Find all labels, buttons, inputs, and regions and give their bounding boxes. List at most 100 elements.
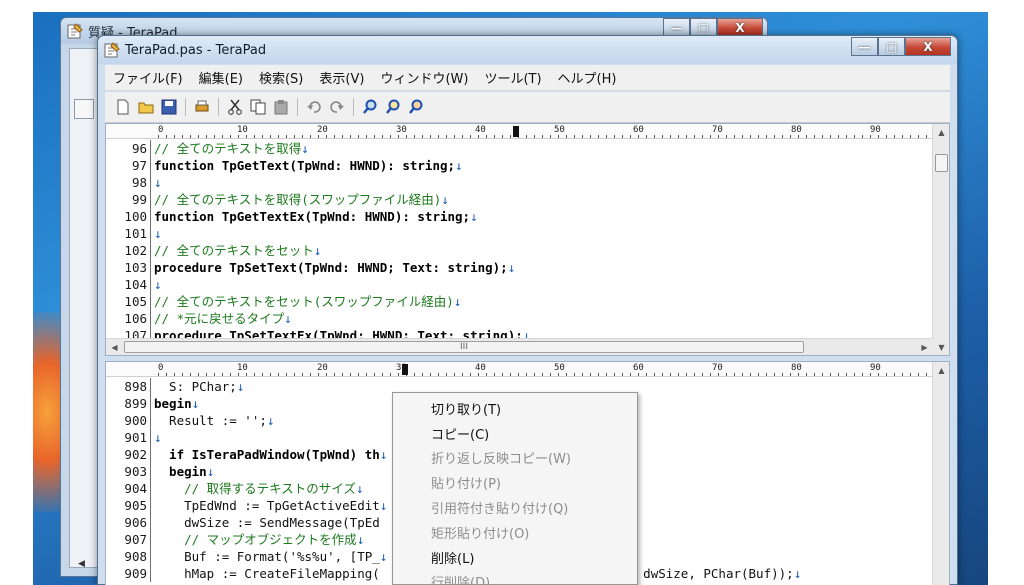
- print-icon[interactable]: [192, 97, 212, 117]
- ruler-label: 50: [554, 363, 565, 373]
- code-text: // *元に戻せるタイプ: [154, 311, 285, 326]
- code-text: // 全てのテキストをセット(スワップファイル経由): [154, 294, 454, 309]
- context-menu-item[interactable]: 切り取り(T): [393, 396, 637, 421]
- maximize-button[interactable]: □: [878, 37, 905, 56]
- code-text: if IsTeraPadWindow(TpWnd) th: [154, 447, 380, 462]
- context-menu-item: 行削除(D): [431, 576, 491, 585]
- background-window-edge: ◀: [69, 48, 99, 569]
- cut-icon[interactable]: [225, 97, 245, 117]
- gutter-divider: [150, 157, 151, 174]
- find-icon[interactable]: [360, 97, 380, 117]
- line-number: 104: [124, 277, 147, 292]
- code-text: function TpGetText(TpWnd: HWND): string;: [154, 158, 456, 173]
- code-line[interactable]: 99 // 全てのテキストを取得(スワップファイル経由) ↓: [106, 191, 933, 208]
- menu-edit[interactable]: 編集(E): [191, 68, 251, 87]
- menu-help[interactable]: ヘルプ(H): [550, 68, 625, 87]
- window-caption-buttons: — □ X: [851, 37, 951, 56]
- scroll-down-arrow-icon[interactable]: ▼: [933, 339, 949, 355]
- line-number: 909: [124, 566, 147, 581]
- paste-icon[interactable]: [271, 97, 291, 117]
- horizontal-scrollbar[interactable]: ◀ III ▶: [106, 338, 933, 355]
- ruler-cursor-marker: [513, 126, 519, 137]
- toolbar-separator: [218, 98, 219, 116]
- toolbar-separator: [185, 98, 186, 116]
- ruler-label: 10: [237, 363, 248, 373]
- menu-file[interactable]: ファイル(F): [105, 68, 191, 87]
- scroll-thumb[interactable]: [935, 154, 948, 172]
- scroll-up-arrow-icon[interactable]: ▲: [933, 362, 949, 378]
- window-titlebar[interactable]: TeraPad.pas - TeraPad: [98, 36, 957, 64]
- code-line[interactable]: 101 ↓: [106, 225, 933, 242]
- code-line[interactable]: 103 procedure TpSetText(TpWnd: HWND; Text…: [106, 259, 933, 276]
- vertical-scrollbar-top[interactable]: ▲ ▼: [932, 124, 949, 355]
- open-folder-icon[interactable]: [136, 97, 156, 117]
- line-number: 905: [124, 498, 147, 513]
- gutter-divider: [150, 412, 151, 429]
- ruler-label: 20: [317, 125, 328, 135]
- new-file-icon[interactable]: [113, 97, 133, 117]
- code-line[interactable]: 102 // 全てのテキストをセット ↓: [106, 242, 933, 259]
- gutter-divider: [150, 191, 151, 208]
- copy-icon[interactable]: [248, 97, 268, 117]
- gutter-divider: [150, 259, 151, 276]
- menu-window[interactable]: ウィンドウ(W): [372, 68, 476, 87]
- ruler-label: 30: [396, 125, 407, 135]
- redo-icon[interactable]: [327, 97, 347, 117]
- close-button[interactable]: X: [905, 37, 951, 56]
- code-line[interactable]: 104 ↓: [106, 276, 933, 293]
- scroll-up-arrow-icon[interactable]: ▲: [933, 124, 949, 140]
- line-end-marker-icon: ↓: [470, 209, 478, 224]
- scroll-right-arrow-icon[interactable]: ▶: [916, 339, 933, 355]
- line-end-marker-icon: ↓: [507, 260, 516, 275]
- code-text: S: PChar;: [154, 379, 237, 394]
- code-text: procedure TpSetText(TpWnd: HWND; Text: s…: [154, 260, 508, 275]
- horizontal-scroll-thumb[interactable]: III: [124, 341, 804, 353]
- line-number: 102: [124, 243, 147, 258]
- context-menu-item[interactable]: コピー(C): [393, 421, 637, 446]
- code-lines-top[interactable]: 96// 全てのテキストを取得 ↓ 97 function TpGetText(TpW…: [106, 140, 933, 344]
- code-line[interactable]: 100 function TpGetTextEx(TpWnd: HWND): st…: [106, 208, 933, 225]
- window-title: TeraPad.pas - TeraPad: [125, 42, 267, 58]
- find-next-icon[interactable]: [383, 97, 403, 117]
- line-end-marker-icon: ↓: [453, 294, 462, 309]
- gutter-divider: [150, 497, 151, 514]
- background-window-toolbar-button[interactable]: [74, 99, 94, 119]
- line-number: 902: [124, 447, 147, 462]
- code-text: // 全てのテキストを取得(スワップファイル経由): [154, 192, 442, 207]
- context-menu-item[interactable]: 削除(L): [393, 545, 637, 570]
- ruler-label: 20: [317, 363, 328, 373]
- ruler-top: 0 10 20 30 40 50 60 70 80 90: [106, 124, 933, 139]
- gutter-divider: [150, 242, 151, 259]
- line-end-marker-icon: ↓: [154, 175, 162, 190]
- line-end-marker-icon: ↓: [379, 447, 388, 462]
- undo-icon[interactable]: [304, 97, 324, 117]
- code-line[interactable]: 106 // *元に戻せるタイプ ↓: [106, 310, 933, 327]
- ruler-label: 50: [554, 125, 565, 135]
- line-end-marker-icon: ↓: [356, 532, 365, 547]
- menu-tools[interactable]: ツール(T): [476, 68, 549, 87]
- code-line[interactable]: 105 // 全てのテキストをセット(スワップファイル経由) ↓: [106, 293, 933, 310]
- minimize-button[interactable]: —: [851, 37, 878, 56]
- line-number: 900: [124, 413, 147, 428]
- gutter-divider: [150, 429, 151, 446]
- ruler-label: 60: [633, 125, 644, 135]
- line-number: 901: [124, 430, 147, 445]
- find-prev-icon[interactable]: [406, 97, 426, 117]
- code-text: // 全てのテキストをセット: [154, 243, 314, 258]
- code-line[interactable]: 98 ↓: [106, 174, 933, 191]
- scroll-left-arrow-icon[interactable]: ◀: [78, 559, 85, 569]
- ruler-label: 40: [475, 125, 486, 135]
- scroll-left-arrow-icon[interactable]: ◀: [106, 339, 123, 355]
- editor-pane-top[interactable]: 0 10 20 30 40 50 60 70 80 90 96 // 全てのテキス…: [105, 123, 950, 356]
- line-end-marker-icon: ↓: [206, 464, 215, 479]
- menu-search[interactable]: 検索(S): [251, 68, 311, 87]
- ruler-bottom: 0 10 20 30 40 50 60 70 80 90: [106, 362, 933, 377]
- code-line[interactable]: 97 function TpGetText(TpWnd: HWND): strin…: [106, 157, 933, 174]
- vertical-scrollbar-bottom[interactable]: ▲: [932, 362, 949, 585]
- ruler-label: 90: [870, 125, 881, 135]
- save-icon[interactable]: [159, 97, 179, 117]
- gutter-divider: [150, 395, 151, 412]
- code-line[interactable]: 96 // 全てのテキストを取得 ↓: [106, 140, 933, 157]
- gutter-divider: [150, 208, 151, 225]
- menu-view[interactable]: 表示(V): [311, 68, 372, 87]
